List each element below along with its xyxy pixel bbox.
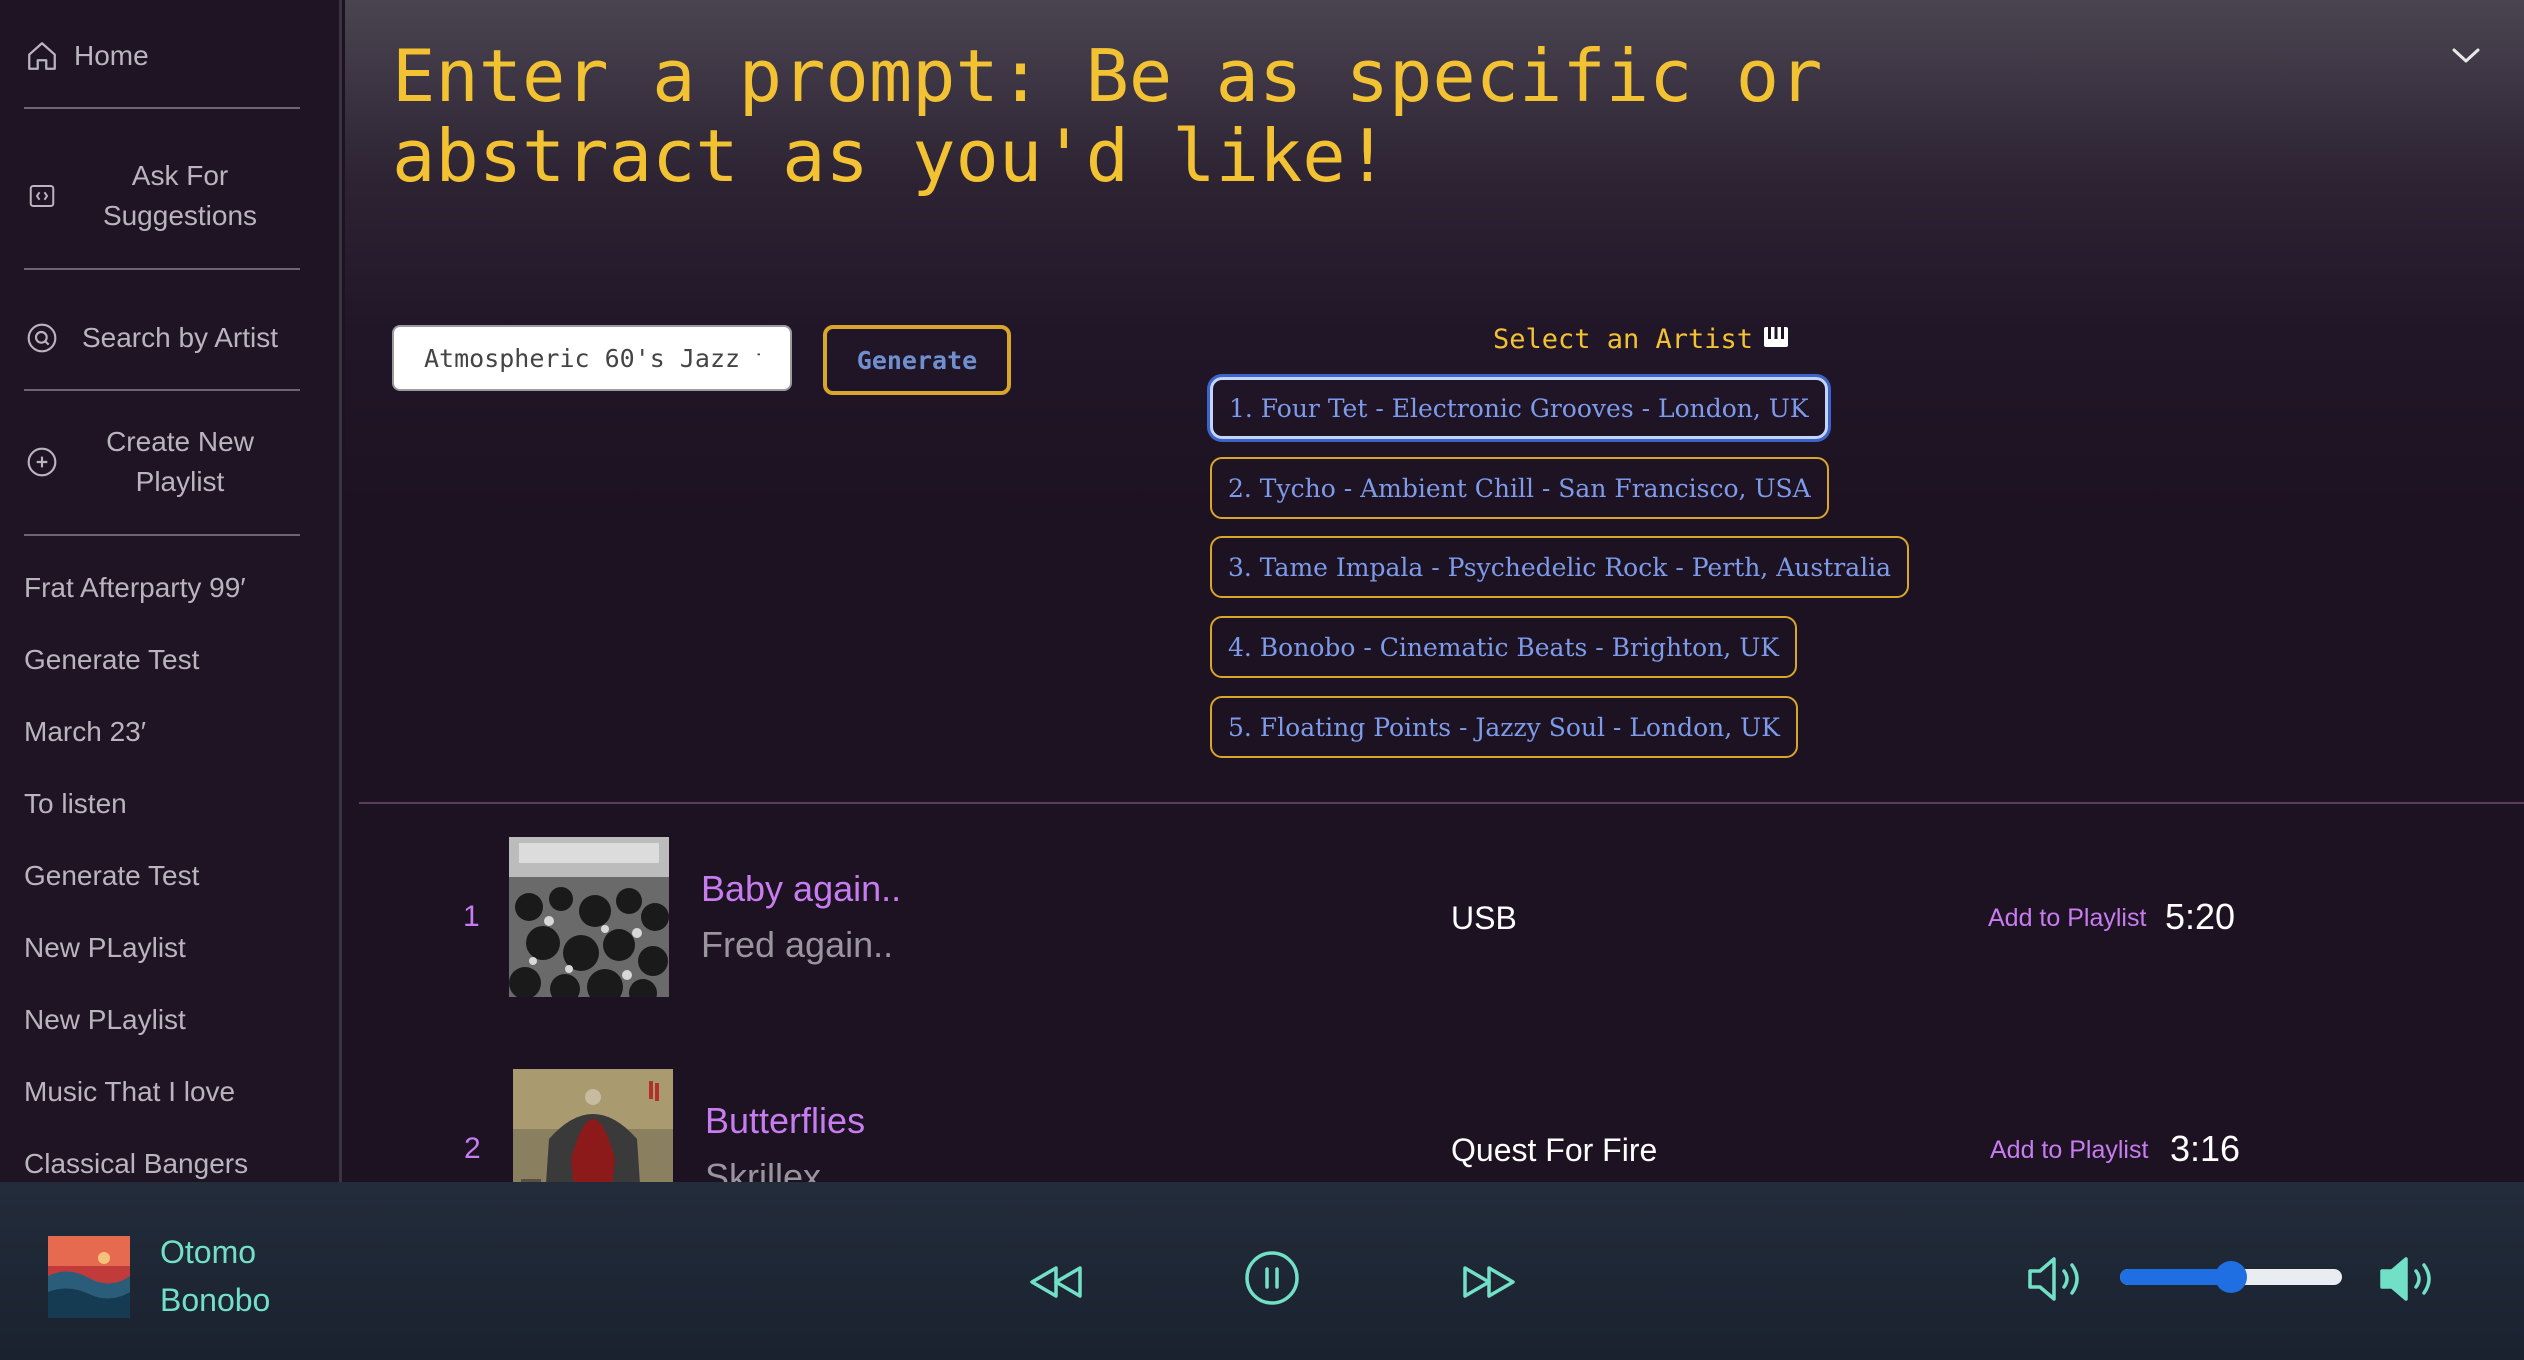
track-number: 2 xyxy=(464,1132,481,1165)
playlist-item[interactable]: Generate Test xyxy=(24,860,199,892)
nav-ask-suggestions[interactable]: Ask For Suggestions xyxy=(24,156,300,236)
track-album: USB xyxy=(1451,900,1517,936)
artist-option[interactable]: 5. Floating Points - Jazzy Soul - London… xyxy=(1210,696,1798,758)
nav-home[interactable]: Home xyxy=(24,36,300,76)
home-icon xyxy=(24,38,60,74)
main-content: Enter a prompt: Be as specific or abstra… xyxy=(345,0,2524,1182)
album-art xyxy=(513,1069,673,1182)
nav-divider xyxy=(24,107,300,109)
track-artist[interactable]: Skrillex xyxy=(705,1156,821,1182)
track-duration: 5:20 xyxy=(2165,896,2236,937)
nav-ask-suggestions-label: Ask For Suggestions xyxy=(102,160,258,231)
generate-button[interactable]: Generate xyxy=(823,325,1011,395)
add-to-playlist-link[interactable]: Add to Playlist xyxy=(1988,904,2146,933)
volume-low-icon[interactable] xyxy=(2024,1250,2086,1308)
track-number: 1 xyxy=(463,900,480,933)
track-album: Quest For Fire xyxy=(1451,1132,1658,1168)
nav-create-playlist[interactable]: Create New Playlist xyxy=(24,422,300,502)
playlist-item[interactable]: New PLaylist xyxy=(24,1004,186,1036)
prompt-input[interactable] xyxy=(392,325,792,391)
playlist-item[interactable]: Frat Afterparty 99′ xyxy=(24,572,246,604)
track-title[interactable]: Butterflies xyxy=(705,1100,865,1142)
artist-option[interactable]: 1. Four Tet - Electronic Grooves - Londo… xyxy=(1210,377,1828,439)
track-title[interactable]: Baby again.. xyxy=(701,868,901,910)
playlist-item[interactable]: New PLaylist xyxy=(24,932,186,964)
nav-search-artist-label: Search by Artist xyxy=(81,322,279,353)
volume-slider[interactable] xyxy=(2120,1261,2342,1293)
code-bracket-icon xyxy=(24,178,60,214)
album-art xyxy=(509,837,669,997)
page-title: Enter a prompt: Be as specific or abstra… xyxy=(392,34,1823,198)
select-artist-label: Select an Artist xyxy=(1492,324,1754,355)
section-divider xyxy=(359,802,2524,804)
nav-divider xyxy=(24,534,300,536)
search-icon xyxy=(24,320,60,356)
playlist-item[interactable]: Generate Test xyxy=(24,644,199,676)
playlist-item[interactable]: Classical Bangers xyxy=(24,1148,248,1180)
nav-divider xyxy=(24,268,300,270)
add-to-playlist-link[interactable]: Add to Playlist xyxy=(1990,1136,2148,1165)
playlist-item[interactable]: March 23′ xyxy=(24,716,146,748)
playlist-item[interactable]: To listen xyxy=(24,788,127,820)
nav-home-label: Home xyxy=(74,40,149,71)
artist-option[interactable]: 3. Tame Impala - Psychedelic Rock - Pert… xyxy=(1210,536,1909,598)
playlist-item[interactable]: Music That I love xyxy=(24,1076,235,1108)
track-artist[interactable]: Fred again.. xyxy=(701,924,893,966)
fast-forward-icon[interactable] xyxy=(1458,1258,1520,1306)
pause-icon[interactable] xyxy=(1244,1250,1300,1306)
rewind-icon[interactable] xyxy=(1025,1258,1087,1306)
artist-option[interactable]: 2. Tycho - Ambient Chill - San Francisco… xyxy=(1210,457,1829,519)
track-duration: 3:16 xyxy=(2170,1128,2241,1169)
now-playing-art xyxy=(48,1236,130,1318)
piano-icon xyxy=(1763,324,1789,355)
volume-high-icon[interactable] xyxy=(2376,1250,2438,1308)
volume-thumb[interactable] xyxy=(2215,1261,2247,1293)
now-playing-title[interactable]: Otomo xyxy=(160,1234,256,1271)
nav-divider xyxy=(24,389,300,391)
now-playing-artist[interactable]: Bonobo xyxy=(160,1282,270,1319)
chevron-down-icon[interactable] xyxy=(2446,40,2486,70)
nav-search-artist[interactable]: Search by Artist xyxy=(24,318,300,358)
artist-option[interactable]: 4. Bonobo - Cinematic Beats - Brighton, … xyxy=(1210,616,1797,678)
plus-circle-icon xyxy=(24,444,60,480)
sidebar: Home Ask For Suggestions Search by Artis… xyxy=(0,0,342,1182)
nav-create-playlist-label: Create New Playlist xyxy=(106,426,254,497)
select-artist-heading: Select an Artist xyxy=(1461,324,1821,355)
